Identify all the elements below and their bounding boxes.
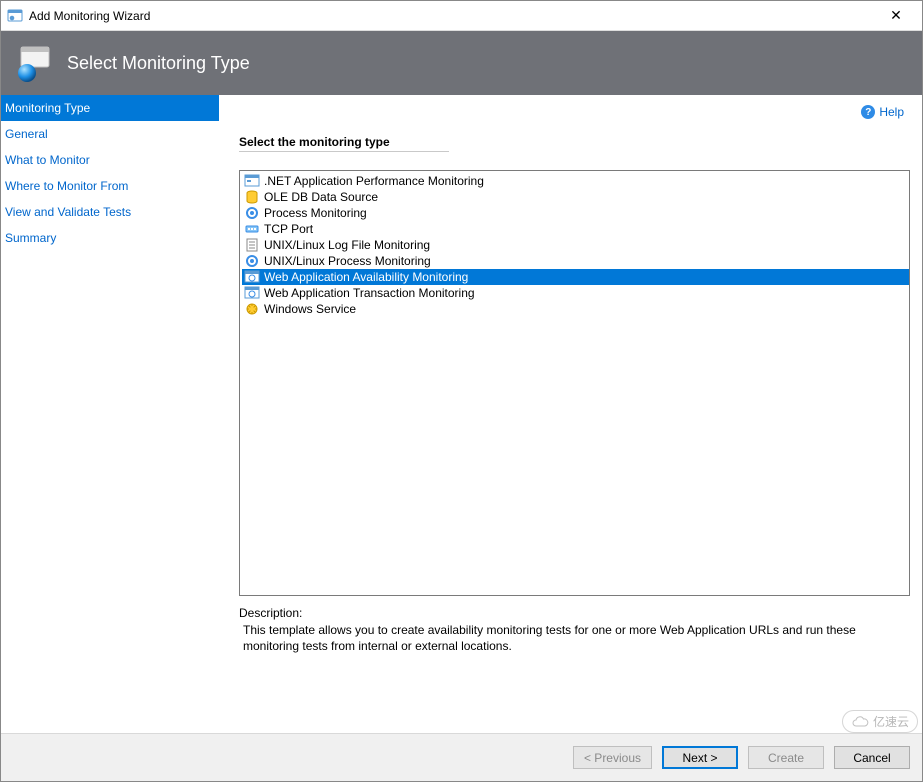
next-button[interactable]: Next > [662,746,738,769]
app-window-icon [7,8,23,24]
sidebar-item-summary[interactable]: Summary [1,225,219,251]
list-item[interactable]: .NET Application Performance Monitoring [242,173,909,189]
sidebar-item-general[interactable]: General [1,121,219,147]
list-item-label: TCP Port [264,222,313,236]
wizard-body: Monitoring Type General What to Monitor … [1,95,922,733]
sidebar-item-where-to-monitor-from[interactable]: Where to Monitor From [1,173,219,199]
list-item-label: UNIX/Linux Log File Monitoring [264,238,430,252]
help-icon: ? [861,105,875,119]
help-label: Help [879,105,904,119]
list-item[interactable]: UNIX/Linux Process Monitoring [242,253,909,269]
sidebar-item-view-validate-tests[interactable]: View and Validate Tests [1,199,219,225]
list-item-label: Web Application Availability Monitoring [264,270,468,284]
window-title: Add Monitoring Wizard [29,9,876,23]
list-item-label: .NET Application Performance Monitoring [264,174,484,188]
web-icon [244,285,260,301]
wizard-banner: Select Monitoring Type [1,31,922,95]
wizard-main: ? Help Select the monitoring type .NET A… [219,95,922,733]
wizard-sidebar: Monitoring Type General What to Monitor … [1,95,219,733]
list-item[interactable]: Web Application Transaction Monitoring [242,285,909,301]
list-item[interactable]: Process Monitoring [242,205,909,221]
wizard-banner-title: Select Monitoring Type [67,53,250,74]
list-item[interactable]: Windows Service [242,301,909,317]
process-icon [244,205,260,221]
create-button: Create [748,746,824,769]
list-item-label: Web Application Transaction Monitoring [264,286,475,300]
service-icon [244,301,260,317]
titlebar: Add Monitoring Wizard ✕ [1,1,922,31]
list-item[interactable]: Web Application Availability Monitoring [242,269,909,285]
sidebar-item-what-to-monitor[interactable]: What to Monitor [1,147,219,173]
list-item-label: Process Monitoring [264,206,367,220]
sidebar-item-label: Where to Monitor From [5,179,128,193]
close-icon: ✕ [890,7,902,24]
section-underline [239,151,449,152]
help-link[interactable]: ? Help [861,105,904,119]
section-label: Select the monitoring type [239,135,910,149]
list-item-label: UNIX/Linux Process Monitoring [264,254,431,268]
sidebar-item-label: View and Validate Tests [5,205,131,219]
monitoring-type-list[interactable]: .NET Application Performance Monitoring … [239,170,910,596]
close-button[interactable]: ✕ [876,2,916,30]
sidebar-item-monitoring-type[interactable]: Monitoring Type [1,95,219,121]
list-item[interactable]: OLE DB Data Source [242,189,909,205]
previous-button: < Previous [573,746,652,769]
log-icon [244,237,260,253]
description-text: This template allows you to create avail… [239,622,910,654]
description-label: Description: [239,606,910,620]
sidebar-item-label: What to Monitor [5,153,90,167]
list-item-label: OLE DB Data Source [264,190,378,204]
wizard-footer: < Previous Next > Create Cancel [1,733,922,781]
list-item[interactable]: TCP Port [242,221,909,237]
web-icon [244,269,260,285]
process-icon [244,253,260,269]
list-item-label: Windows Service [264,302,356,316]
sidebar-item-label: Monitoring Type [5,101,90,115]
app-icon [244,173,260,189]
sidebar-item-label: General [5,127,48,141]
list-item[interactable]: UNIX/Linux Log File Monitoring [242,237,909,253]
db-icon [244,189,260,205]
cancel-button[interactable]: Cancel [834,746,910,769]
port-icon [244,221,260,237]
wizard-banner-icon [15,43,55,83]
sidebar-item-label: Summary [5,231,56,245]
